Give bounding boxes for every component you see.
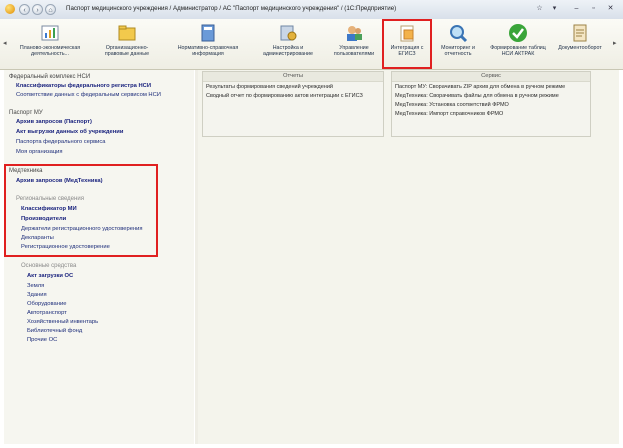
navigation-panel: Федеральный комплекс НСИ Классификаторы … [4,70,194,444]
scroll-left-icon[interactable]: ◂ [3,39,7,47]
sections-toolbar: ◂ Планово-экономическая деятельность... … [0,19,623,70]
integration-icon [397,23,417,43]
star-icon[interactable]: ☆ [534,3,545,14]
back-icon[interactable]: ‹ [19,4,30,15]
nav-link[interactable]: Прочие ОС [27,337,57,343]
window-title: Паспорт медицинского учреждения / Админи… [66,5,397,12]
nav-link[interactable]: Классификатор МИ [21,206,77,212]
report-link[interactable]: Результаты формирования сведений учрежде… [206,84,333,90]
content-area: Отчеты Результаты формирования сведений … [198,70,619,444]
nav-link[interactable]: Библиотечный фонд [27,328,82,334]
toolbar-item-legal-data[interactable]: Организационно-правовые данные [94,23,160,57]
home-icon[interactable]: ⌂ [45,4,56,15]
reports-panel: Отчеты Результаты формирования сведений … [202,71,384,137]
nav-link[interactable]: Моя организация [16,149,63,155]
report-link[interactable]: Сводный отчет по формированию актов инте… [206,93,363,99]
document-icon [570,23,590,43]
folder-icon [117,23,137,43]
toolbar-item-users[interactable]: Управление пользователями [328,23,380,57]
section-assets: Основные средства [21,263,77,269]
close-icon[interactable]: ✕ [605,3,616,14]
service-link[interactable]: МедТехника: Установка соответствий ФРМО [395,102,509,108]
toolbar-item-planning[interactable]: Планово-экономическая деятельность... [18,23,82,57]
nav-link[interactable]: Оборудование [27,301,66,307]
scroll-right-icon[interactable]: ▸ [613,39,617,47]
magnifier-icon [448,23,468,43]
settings-icon [278,23,298,43]
section-passport: Паспорт МУ [9,110,43,116]
toolbar-item-egisz-integration[interactable]: Интеграция с ЕГИСЗ [382,19,432,69]
menu-icon[interactable]: ▾ [549,3,560,14]
service-panel-title: Сервис [392,72,590,82]
service-link[interactable]: МедТехника: Сворачивать файлы для обмена… [395,93,559,99]
maximize-icon[interactable]: ▫ [588,3,599,14]
service-link[interactable]: МедТехника: Импорт справочников ФРМО [395,111,503,117]
toolbar-item-administration[interactable]: Настройка и администрирование [258,23,318,57]
chart-icon [40,23,60,43]
nav-link[interactable]: Здания [27,292,47,298]
nav-link[interactable]: Производители [21,216,66,222]
toolbar-item-reference-info[interactable]: Нормативно-справочная информация [170,23,246,57]
service-link[interactable]: Паспорт МУ: Сворачивать ZIP архив для об… [395,84,565,90]
nav-link[interactable]: Земля [27,283,44,289]
nav-link[interactable]: Акт выгрузки данных об учреждении [16,129,123,135]
toolbar-item-monitoring[interactable]: Мониторинг и отчетность [434,23,482,57]
service-panel: Сервис Паспорт МУ: Сворачивать ZIP архив… [391,71,591,137]
nav-link[interactable]: Хозяйственный инвентарь [27,319,98,325]
nav-link[interactable]: Паспорта федерального сервиса [16,139,106,145]
toolbar-item-nsi-tables[interactable]: Формирование таблиц НСИ АКТРАК [488,23,548,57]
nav-link[interactable]: Декларанты [21,235,54,241]
nav-link[interactable]: Соответствие данных с федеральным сервис… [16,92,161,98]
checkmark-icon [508,23,528,43]
toolbar-item-document-flow[interactable]: Документооборот [552,23,608,51]
minimize-icon[interactable]: – [571,3,582,14]
nav-link[interactable]: Архив запросов (МедТехника) [16,178,103,184]
nav-link[interactable]: Акт загрузки ОС [27,273,73,279]
nav-link[interactable]: Автотранспорт [27,310,67,316]
nav-link[interactable]: Держатели регистрационного удостоверения [21,226,143,232]
title-bar: ‹ › ⌂ Паспорт медицинского учреждения / … [0,0,623,20]
app-logo-icon [5,4,15,14]
section-medtech: Медтехника [9,168,43,174]
users-icon [344,23,364,43]
reports-panel-title: Отчеты [203,72,383,82]
section-regional: Региональные сведения [16,196,84,202]
nav-link[interactable]: Регистрационное удостоверение [21,244,110,250]
nav-link[interactable]: Классификаторы федерального регистра НСИ [16,83,151,89]
nav-link[interactable]: Архив запросов (Паспорт) [16,119,92,125]
section-federal: Федеральный комплекс НСИ [9,74,91,80]
forward-icon[interactable]: › [32,4,43,15]
book-icon [198,23,218,43]
